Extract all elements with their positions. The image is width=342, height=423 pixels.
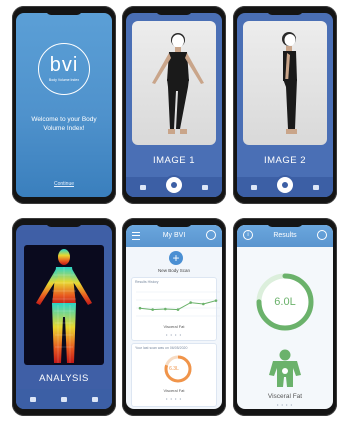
front-photo [132,21,216,145]
results-header: i Results [237,225,333,247]
body-mesh-figure [36,249,92,363]
history-title: Results History [135,280,159,284]
last-scan-title: Your last scan was on 06/05/2020 [135,346,188,350]
gallery-icon[interactable] [30,397,36,402]
last-scan-card[interactable]: Your last scan was on 06/05/2020 6.3L Vi… [131,343,217,407]
last-scan-value: 6.3L [169,366,179,372]
user-icon[interactable] [202,185,208,190]
history-line-chart [136,291,220,317]
bvi-logo-subtitle: Body Volume Index [48,78,80,82]
camera-icon [171,182,177,188]
bvi-logo-text: bvi [49,54,79,76]
continue-link[interactable]: Continue [16,181,112,187]
app-header: My BVI [126,225,222,247]
profile-icon[interactable] [317,230,327,240]
gallery-icon[interactable] [251,185,257,190]
user-icon[interactable] [92,397,98,402]
phone-image-2: IMAGE 2 [233,6,337,204]
camera-icon [282,182,288,188]
profile-icon[interactable] [206,230,216,240]
history-page-dots: • • • • [166,332,182,337]
bottom-bar [237,177,333,197]
welcome-screen: bvi Body Volume Index Welcome to your Bo… [16,13,112,197]
result-value: 6.0L [274,296,296,308]
history-point [189,301,192,304]
user-icon[interactable] [313,185,319,190]
phone-my-bvi: My BVI + New Body Scan Results History V… [122,218,226,416]
history-point [214,299,218,302]
body-figure-icon [269,349,301,387]
history-point [202,302,205,306]
capture-screen-side: IMAGE 2 [237,13,333,197]
new-scan-button[interactable]: + [169,251,183,265]
analysis-label: ANALYSIS [39,373,89,384]
image-1-label: IMAGE 1 [152,155,196,166]
phone-notch [267,221,303,227]
my-bvi-screen: My BVI + New Body Scan Results History V… [126,225,222,409]
phone-results: i Results 6.0L Visceral Fat • • • • [233,218,337,416]
history-series-line [139,300,217,311]
phone-analysis: ANALYSIS [12,218,116,416]
phone-welcome: bvi Body Volume Index Welcome to your Bo… [12,6,116,204]
history-point [138,306,142,310]
camera-icon[interactable] [61,397,67,402]
results-screen: i Results 6.0L Visceral Fat • • • • [237,225,333,409]
gallery-icon[interactable] [140,185,146,190]
bottom-bar [126,177,222,197]
bottom-bar [16,389,112,409]
person-front-figure [152,33,204,134]
welcome-message: Welcome to your Body Volume Index! [31,116,97,132]
results-page-dots: • • • • [277,402,293,407]
phone-notch [156,221,192,227]
phone-notch [267,9,303,15]
history-point [176,308,180,311]
camera-shutter-button[interactable] [277,177,293,193]
side-photo [243,21,327,145]
last-scan-page-dots: • • • • [166,396,182,401]
result-caption: Visceral Fat [267,393,303,400]
last-scan-caption: Visceral Fat [163,388,185,393]
analysis-screen: ANALYSIS [16,225,112,409]
phone-image-1: IMAGE 1 [122,6,226,204]
body-scan-mesh [24,245,104,365]
phone-notch [156,9,192,15]
history-card[interactable]: Results History Visceral Fat • • • • [131,277,220,341]
camera-shutter-button[interactable] [166,177,182,193]
new-scan-label: New Body Scan [157,268,191,273]
history-caption: Visceral Fat [163,324,185,329]
person-side-figure [282,32,297,134]
phone-notch [46,221,82,227]
bvi-logo: bvi Body Volume Index [38,43,90,95]
history-point [151,308,154,311]
capture-screen-front: IMAGE 1 [126,13,222,197]
history-point [164,307,167,311]
phone-notch [46,9,82,15]
image-2-label: IMAGE 2 [263,155,307,166]
